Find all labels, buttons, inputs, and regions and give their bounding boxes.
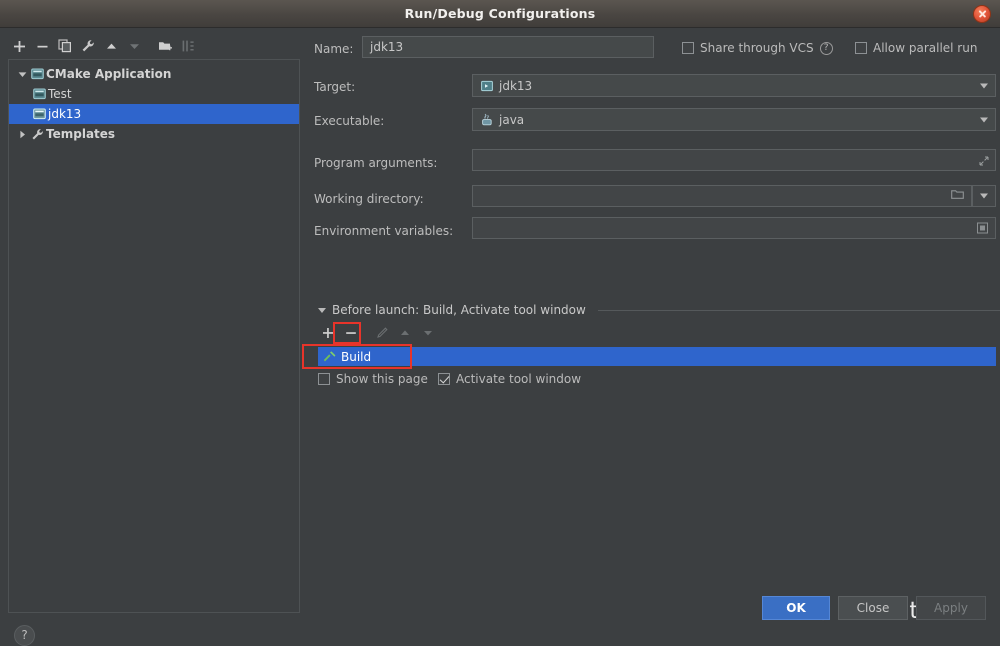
close-icon[interactable]	[973, 5, 991, 23]
name-input[interactable]: jdk13	[362, 36, 654, 58]
tree-node-label: Templates	[46, 127, 116, 141]
checkbox-box[interactable]	[682, 42, 694, 54]
pencil-icon	[377, 327, 388, 338]
tree-node-jdk13[interactable]: jdk13	[9, 104, 299, 124]
before-launch-task-build[interactable]: Build	[318, 347, 996, 366]
tree-node-templates[interactable]: Templates	[9, 124, 299, 144]
checkbox-box[interactable]	[438, 373, 450, 385]
checkbox-box[interactable]	[855, 42, 867, 54]
tree-node-label: jdk13	[48, 107, 82, 121]
show-this-page-checkbox[interactable]: Show this page	[318, 372, 428, 386]
copy-icon	[58, 39, 72, 53]
sort-icon	[182, 40, 194, 52]
before-launch-toolbar	[318, 322, 618, 344]
working-directory-history-dropdown[interactable]	[972, 185, 996, 207]
section-divider	[597, 310, 1000, 311]
twisty-expanded-icon[interactable]	[318, 307, 326, 313]
share-through-vcs-checkbox[interactable]: Share through VCS ?	[682, 41, 833, 55]
checkbox-box[interactable]	[318, 373, 330, 385]
program-arguments-input[interactable]	[472, 149, 996, 171]
task-move-down-button	[418, 323, 438, 343]
ok-button[interactable]: OK	[762, 596, 830, 620]
remove-configuration-button[interactable]	[31, 36, 53, 57]
cmake-application-icon	[29, 67, 46, 81]
add-task-button[interactable]	[318, 323, 338, 343]
activate-tool-window-checkbox[interactable]: Activate tool window	[438, 372, 581, 386]
configuration-icon	[31, 107, 48, 121]
minus-icon	[346, 332, 356, 334]
before-launch-task-label: Build	[341, 349, 372, 364]
chevron-down-icon[interactable]	[980, 117, 988, 122]
configuration-icon	[31, 87, 48, 101]
arrow-up-icon	[106, 43, 116, 49]
move-down-button[interactable]	[123, 36, 145, 57]
tree-node-label: Test	[48, 87, 72, 101]
executable-combobox[interactable]: java	[472, 108, 996, 131]
environment-variables-label: Environment variables:	[314, 224, 454, 238]
tree-node-test[interactable]: Test	[9, 84, 299, 104]
plus-icon	[323, 328, 333, 338]
before-launch-section-header[interactable]: Before launch: Build, Activate tool wind…	[318, 302, 1000, 318]
allow-parallel-run-label: Allow parallel run	[873, 41, 978, 55]
chevron-down-icon[interactable]	[980, 193, 988, 199]
window-title: Run/Debug Configurations	[404, 6, 596, 21]
edit-task-button	[372, 323, 392, 343]
copy-configuration-button[interactable]	[54, 36, 76, 57]
share-through-vcs-label: Share through VCS	[700, 41, 814, 55]
close-button[interactable]: Close	[838, 596, 908, 620]
browse-icon[interactable]	[977, 222, 988, 234]
before-launch-title: Before launch: Build, Activate tool wind…	[332, 303, 586, 317]
java-icon	[480, 113, 494, 127]
working-directory-input[interactable]	[472, 185, 972, 207]
add-configuration-button[interactable]	[8, 36, 30, 57]
show-this-page-label: Show this page	[336, 372, 428, 386]
tree-node-label: CMake Application	[46, 67, 172, 81]
arrow-down-icon	[129, 43, 139, 49]
name-input-value: jdk13	[370, 40, 404, 54]
build-hammer-icon	[323, 350, 341, 363]
dialog-body: CMake Application Test jdk13 Templates N…	[0, 28, 1000, 646]
target-label: Target:	[314, 80, 356, 94]
configurations-tree[interactable]: CMake Application Test jdk13 Templates	[8, 59, 300, 613]
configuration-form: Name: jdk13 Share through VCS ? Allow pa…	[310, 28, 1000, 630]
allow-parallel-run-checkbox[interactable]: Allow parallel run	[855, 41, 977, 55]
program-arguments-label: Program arguments:	[314, 156, 438, 170]
executable-value: java	[499, 112, 525, 127]
minus-icon	[37, 45, 47, 47]
templates-wrench-icon	[29, 127, 46, 141]
twisty-expanded-icon[interactable]	[15, 67, 29, 81]
title-bar: Run/Debug Configurations	[0, 0, 1000, 28]
configurations-toolbar	[8, 34, 294, 58]
executable-label: Executable:	[314, 114, 385, 128]
move-up-button[interactable]	[100, 36, 122, 57]
apply-button[interactable]: Apply	[916, 596, 986, 620]
twisty-collapsed-icon[interactable]	[15, 127, 29, 141]
remove-task-button[interactable]	[341, 323, 361, 343]
task-move-up-button	[395, 323, 415, 343]
name-label: Name:	[314, 42, 354, 56]
help-button[interactable]: ?	[14, 625, 35, 646]
target-icon	[480, 79, 494, 93]
help-icon[interactable]: ?	[819, 41, 833, 55]
target-combobox[interactable]: jdk13	[472, 74, 996, 97]
arrow-up-icon	[401, 330, 409, 335]
chevron-down-icon[interactable]	[980, 83, 988, 88]
activate-tool-window-label: Activate tool window	[456, 372, 582, 386]
sort-configurations-button[interactable]	[177, 36, 199, 57]
arrow-down-icon	[424, 331, 432, 336]
folder-add-icon	[158, 42, 172, 51]
plus-icon	[13, 40, 25, 52]
working-directory-label: Working directory:	[314, 192, 424, 206]
expand-icon[interactable]	[979, 155, 989, 166]
wrench-icon	[82, 40, 94, 52]
target-value: jdk13	[499, 78, 533, 93]
move-into-folder-button[interactable]	[154, 36, 176, 57]
edit-templates-button[interactable]	[77, 36, 99, 57]
folder-icon[interactable]	[951, 189, 964, 203]
environment-variables-input[interactable]	[472, 217, 996, 239]
tree-node-cmake-application[interactable]: CMake Application	[9, 64, 299, 84]
